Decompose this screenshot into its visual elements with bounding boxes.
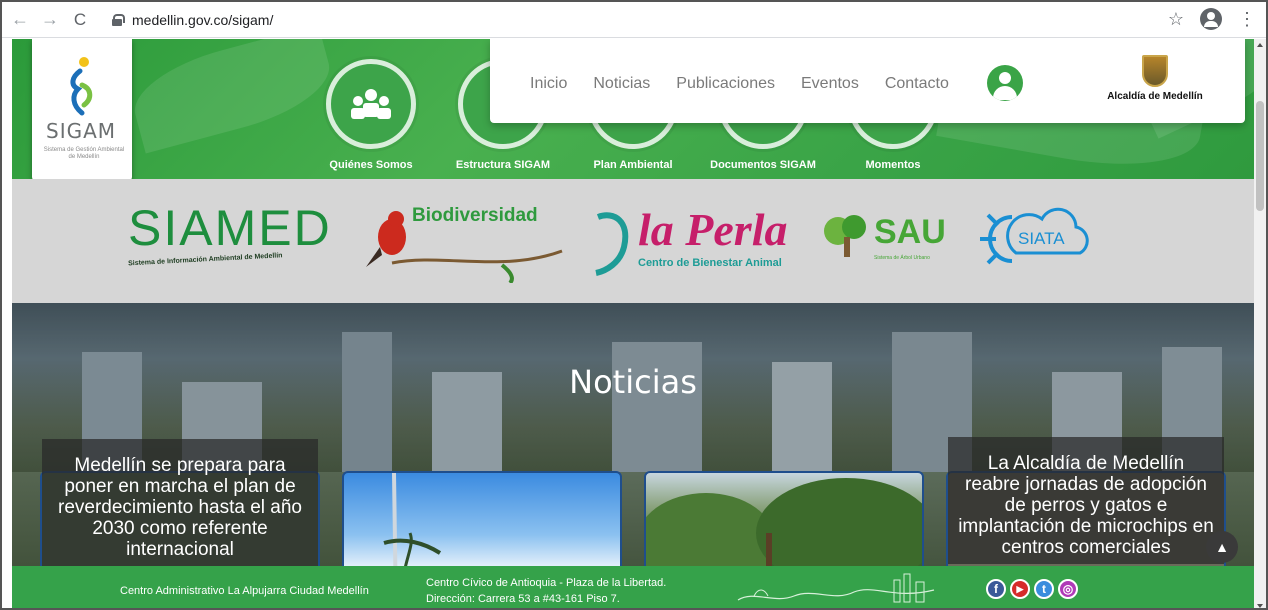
url-text[interactable]: medellin.gov.co/sigam/ — [132, 12, 273, 28]
siamed-title: SIAMED — [128, 200, 332, 256]
nav-item-noticias[interactable]: Noticias — [593, 75, 650, 93]
news-heading: Noticias — [569, 363, 697, 401]
biodiversidad-title: Biodiversidad — [412, 205, 538, 226]
twitter-icon[interactable]: t — [1034, 579, 1054, 599]
nav-item-inicio[interactable]: Inicio — [530, 75, 567, 93]
lock-icon — [112, 13, 125, 26]
forward-icon[interactable]: → — [38, 8, 62, 32]
partner-logos: SIAMED Sistema de Información Ambiental … — [12, 179, 1254, 303]
page: SIGAM Sistema de Gestión Ambiental de Me… — [12, 39, 1254, 608]
nav-item-eventos[interactable]: Eventos — [801, 75, 859, 93]
youtube-icon[interactable]: ▶ — [1010, 579, 1030, 599]
news-section: Noticias Medellín se prepara para poner … — [12, 303, 1254, 608]
scroll-up-arrow-icon[interactable] — [1257, 43, 1263, 47]
sau-subtitle: Sistema de Árbol Urbano — [874, 255, 930, 261]
news-card-caption[interactable]: Medellín se prepara para poner en marcha… — [42, 439, 318, 566]
scrollbar-thumb[interactable] — [1256, 101, 1264, 211]
quick-link-label: Estructura SIGAM — [455, 159, 551, 171]
leaf-decoration — [125, 39, 339, 154]
cat-dog-icon — [595, 212, 629, 276]
browser-menu-icon[interactable]: ⋮ — [1238, 9, 1256, 30]
browser-actions: ☆ ⋮ — [1168, 8, 1256, 30]
sigam-figure-icon — [70, 57, 93, 116]
profile-icon[interactable] — [1200, 8, 1222, 30]
quick-link-label: Documentos SIGAM — [710, 159, 816, 171]
nav-item-contacto[interactable]: Contacto — [885, 75, 949, 93]
alcaldia-logo[interactable]: Alcaldía de Medellín — [1090, 55, 1220, 102]
coat-of-arms-icon — [1142, 55, 1168, 87]
site-footer: Centro Administrativo La Alpujarra Ciuda… — [12, 566, 1254, 608]
footer-address-2: Centro Cívico de Antioquia - Plaza de la… — [426, 575, 666, 607]
sau-logo[interactable]: SAU Sistema de Árbol Urbano — [820, 209, 960, 269]
scroll-down-arrow-icon[interactable] — [1257, 604, 1263, 608]
browser-window: ← → C medellin.gov.co/sigam/ ☆ ⋮ SIGAM S… — [0, 0, 1268, 610]
la-perla-title: la Perla — [638, 204, 788, 255]
chevron-up-icon: ▲ — [1215, 539, 1229, 555]
footer-address-line2: Dirección: Carrera 53 a #43-161 Piso 7. — [426, 593, 620, 605]
siata-logo[interactable]: SIATA — [976, 203, 1096, 273]
user-account-icon[interactable] — [987, 65, 1023, 101]
sigam-logo[interactable]: SIGAM Sistema de Gestión Ambiental de Me… — [32, 39, 132, 181]
quick-link-label: Plan Ambiental — [593, 159, 673, 171]
tree-icon — [824, 215, 866, 257]
alcaldia-label: Alcaldía de Medellín — [1107, 91, 1203, 102]
scroll-to-top-button[interactable]: ▲ — [1206, 531, 1238, 563]
back-icon[interactable]: ← — [8, 8, 32, 32]
logo-subtitle: Sistema de Gestión Ambiental de Medellín — [43, 147, 125, 160]
footer-address-line1: Centro Cívico de Antioquia - Plaza de la… — [426, 577, 667, 589]
address-bar[interactable]: medellin.gov.co/sigam/ — [102, 6, 1182, 34]
sau-title: SAU — [874, 213, 946, 251]
social-links: f ▶ t ◎ — [986, 579, 1078, 599]
biodiversidad-logo[interactable]: Biodiversidad — [352, 203, 572, 285]
quick-link-quienes-somos[interactable]: Quiénes Somos — [316, 59, 426, 179]
bookmark-star-icon[interactable]: ☆ — [1168, 9, 1184, 30]
facebook-icon[interactable]: f — [986, 579, 1006, 599]
footer-address-1: Centro Administrativo La Alpujarra Ciuda… — [120, 585, 369, 597]
city-skyline-illustration — [737, 573, 935, 603]
nav-links: Inicio Noticias Publicaciones Eventos Co… — [530, 75, 949, 93]
quick-link-label: Quiénes Somos — [329, 159, 413, 171]
people-icon — [326, 59, 416, 149]
quick-link-label: Momentos — [865, 159, 921, 171]
nav-item-publicaciones[interactable]: Publicaciones — [676, 75, 775, 93]
la-perla-logo[interactable]: la Perla Centro de Bienestar Animal — [594, 201, 794, 281]
news-card-caption[interactable]: La Alcaldía de Medellín reabre jornadas … — [948, 437, 1224, 564]
page-scrollbar[interactable] — [1254, 39, 1266, 608]
siata-title: SIATA — [1018, 229, 1065, 248]
reload-icon[interactable]: C — [68, 8, 92, 32]
siamed-logo[interactable]: SIAMED Sistema de Información Ambiental … — [128, 200, 332, 267]
instagram-icon[interactable]: ◎ — [1058, 579, 1078, 599]
la-perla-subtitle: Centro de Bienestar Animal — [638, 257, 782, 269]
browser-toolbar: ← → C medellin.gov.co/sigam/ ☆ ⋮ — [2, 2, 1266, 38]
logo-text: SIGAM — [46, 119, 117, 143]
main-navigation: Inicio Noticias Publicaciones Eventos Co… — [490, 39, 1245, 123]
